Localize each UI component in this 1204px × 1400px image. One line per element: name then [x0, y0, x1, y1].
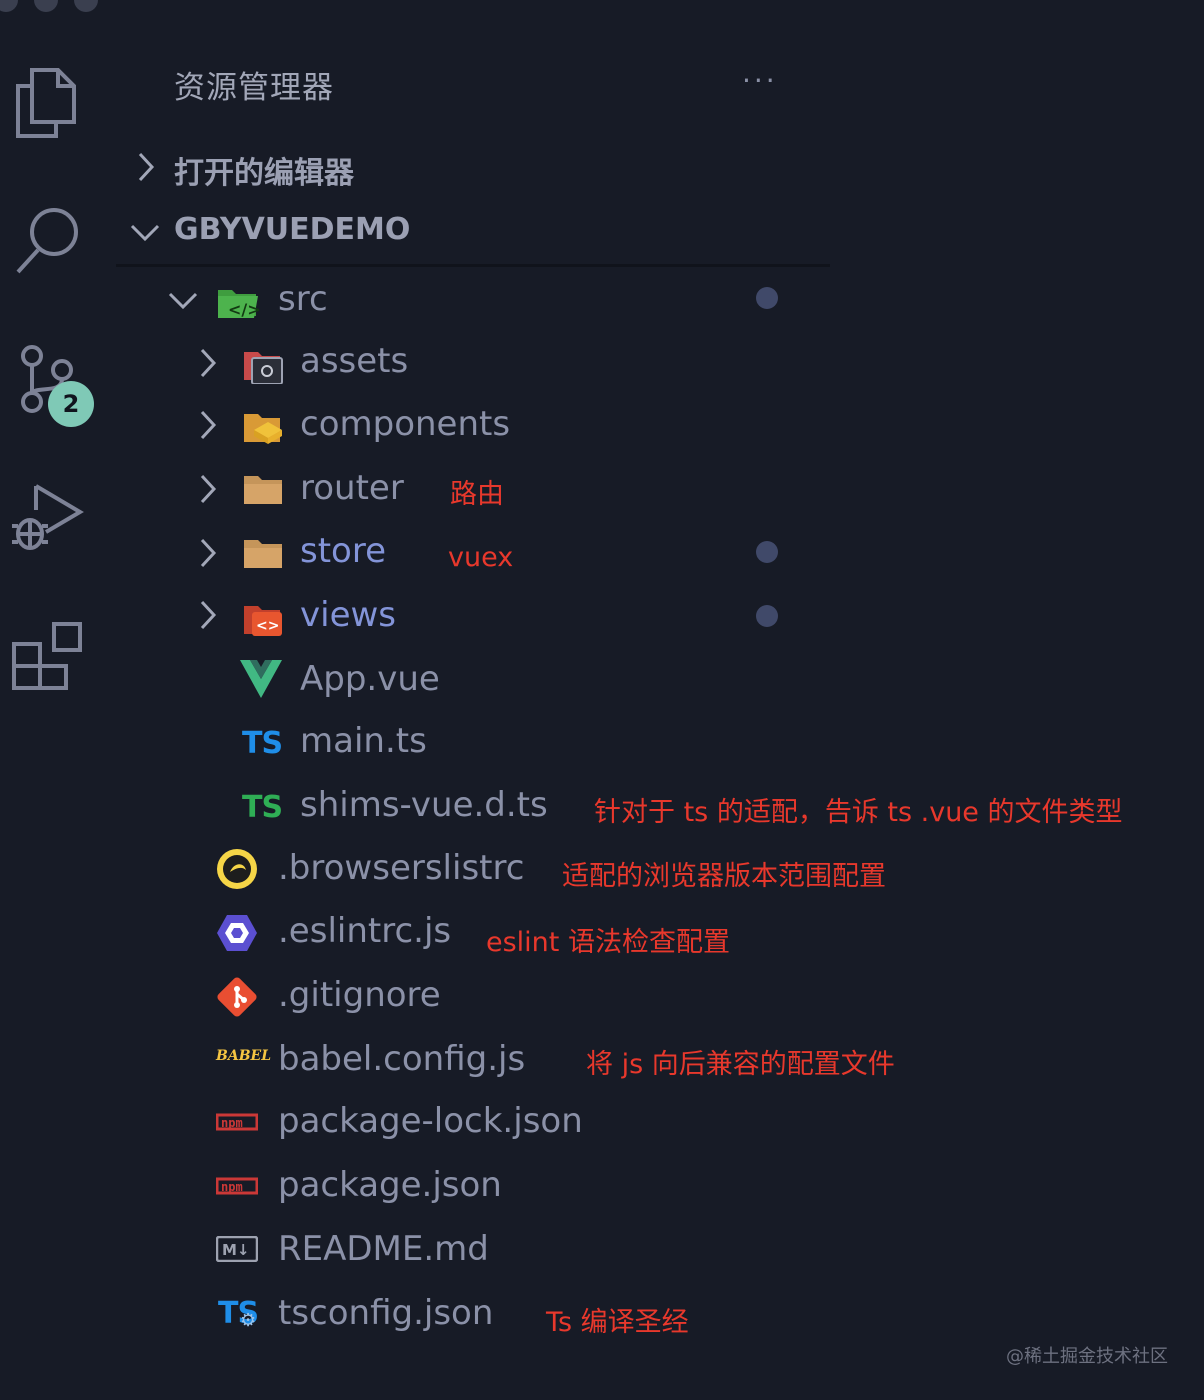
folder-icon: [244, 474, 282, 510]
annotation-browserslistrc: 适配的浏览器版本范围配置: [562, 861, 886, 892]
more-actions-button[interactable]: ···: [742, 64, 778, 97]
modified-indicator: [756, 541, 778, 563]
annotation-babel: 将 js 向后兼容的配置文件: [586, 1049, 895, 1080]
annotation-eslintrc: eslint 语法检查配置: [486, 927, 730, 958]
window-close-dot[interactable]: [0, 0, 18, 12]
markdown-icon: M↓: [215, 1235, 259, 1266]
window-maximize-dot[interactable]: [74, 0, 98, 12]
markdown-label: M↓: [222, 1241, 250, 1259]
tree-item-tsconfig[interactable]: tsconfig.json: [278, 1293, 493, 1333]
chevron-right-icon[interactable]: [198, 538, 218, 572]
typescript-definition-icon: TS: [242, 790, 283, 825]
npm-label: npm: [221, 1116, 243, 1130]
tree-item-components[interactable]: components: [300, 404, 510, 444]
tree-item-src[interactable]: src: [278, 279, 328, 319]
tree-item-readme[interactable]: README.md: [278, 1229, 489, 1269]
npm-icon: npm: [215, 1176, 259, 1200]
tree-item-router[interactable]: router: [300, 468, 404, 508]
annotation-shims: 针对于 ts 的适配，告诉 ts .vue 的文件类型: [594, 797, 1123, 828]
chevron-down-icon[interactable]: [168, 290, 198, 314]
tree-item-assets[interactable]: assets: [300, 341, 408, 381]
chevron-right-icon[interactable]: [198, 600, 218, 634]
explorer-title: 资源管理器: [174, 70, 334, 106]
chevron-right-icon[interactable]: [198, 474, 218, 508]
npm-label: npm: [221, 1180, 243, 1194]
watermark: @稀土掘金技术社区: [1006, 1346, 1168, 1367]
tree-item-main-ts[interactable]: main.ts: [300, 721, 427, 761]
git-icon: [216, 976, 258, 1022]
tree-item-store[interactable]: store: [300, 531, 386, 571]
vue-icon: [240, 660, 282, 702]
explorer-icon[interactable]: [12, 66, 78, 140]
eslint-icon: [216, 913, 258, 957]
tree-item-views[interactable]: views: [300, 595, 396, 635]
extensions-icon[interactable]: [10, 620, 84, 692]
tree-item-app-vue[interactable]: App.vue: [300, 659, 440, 699]
annotation-store: vuex: [448, 542, 514, 573]
chevron-down-icon[interactable]: [130, 222, 160, 246]
scm-badge: 2: [48, 381, 94, 427]
folder-views-icon: <>: [244, 600, 284, 642]
folder-assets-icon: [244, 346, 284, 388]
tree-item-gitignore[interactable]: .gitignore: [278, 975, 441, 1015]
chevron-right-icon[interactable]: [198, 410, 218, 444]
modified-indicator: [756, 605, 778, 627]
tree-item-package-lock[interactable]: package-lock.json: [278, 1101, 583, 1141]
tree-item-shims[interactable]: shims-vue.d.ts: [300, 785, 548, 825]
gear-icon: ⚙: [240, 1310, 257, 1331]
folder-icon: [244, 538, 282, 574]
folder-src-icon: </>: [216, 282, 261, 324]
open-editors-section[interactable]: 打开的编辑器: [174, 148, 354, 192]
modified-indicator: [756, 287, 778, 309]
chevron-right-icon[interactable]: [136, 152, 156, 186]
annotation-router: 路由: [450, 479, 504, 510]
project-section[interactable]: GBYVUEDEMO: [174, 212, 410, 247]
tree-item-browserslistrc[interactable]: .browserslistrc: [278, 848, 524, 888]
typescript-icon: TS: [242, 726, 283, 761]
npm-icon: npm: [215, 1112, 259, 1136]
tree-item-babel[interactable]: babel.config.js: [278, 1039, 525, 1079]
svg-text:</>: </>: [228, 300, 260, 319]
search-icon[interactable]: [12, 204, 84, 278]
tree-item-eslintrc[interactable]: .eslintrc.js: [278, 911, 451, 951]
browserslist-icon: [216, 848, 258, 894]
views-code-glyph: <>: [256, 618, 279, 634]
section-divider: [116, 264, 830, 267]
run-debug-icon[interactable]: [10, 480, 84, 554]
tree-item-package[interactable]: package.json: [278, 1165, 502, 1205]
window-minimize-dot[interactable]: [34, 0, 58, 12]
babel-icon: BABEL: [216, 1048, 272, 1064]
folder-components-icon: [244, 408, 286, 450]
annotation-tsconfig: Ts 编译圣经: [546, 1307, 689, 1338]
chevron-right-icon[interactable]: [198, 348, 218, 382]
